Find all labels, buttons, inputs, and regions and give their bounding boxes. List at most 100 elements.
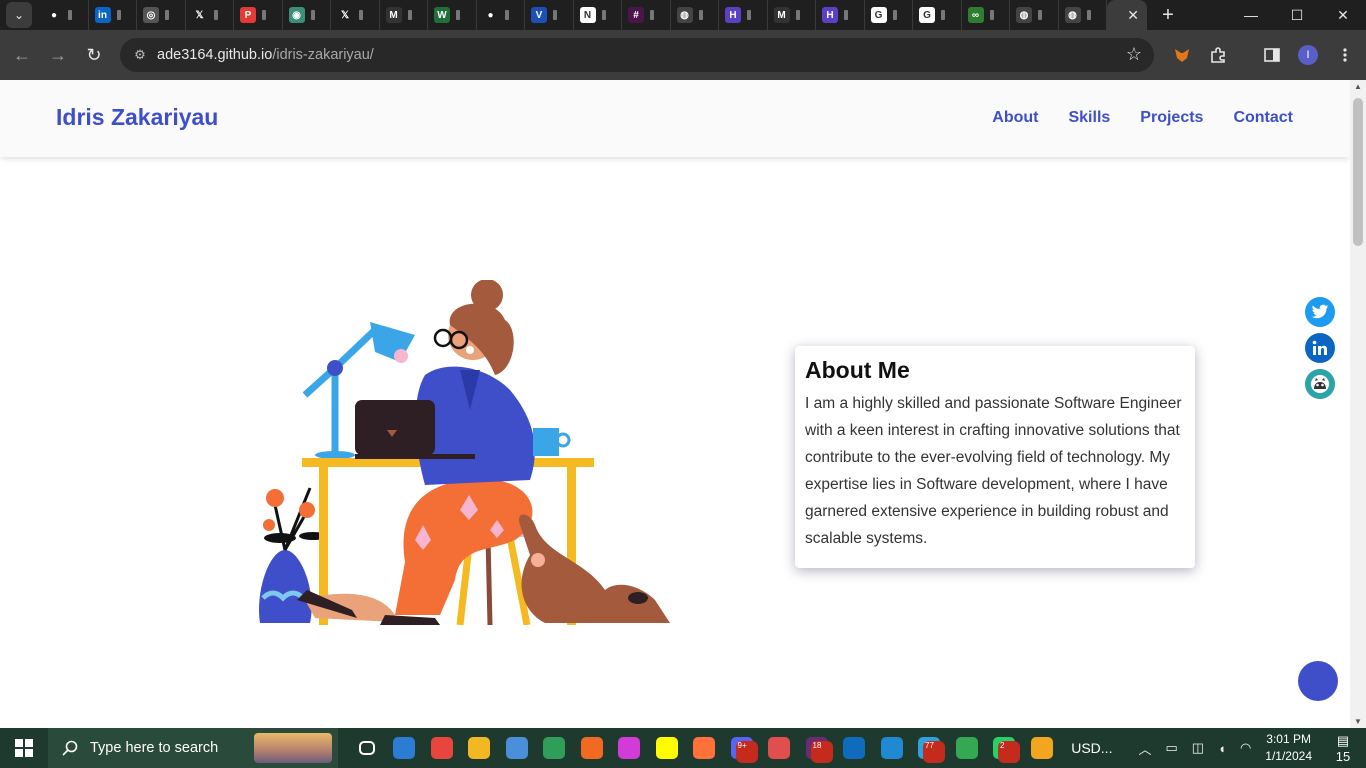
whatsapp-icon[interactable]: 2 — [986, 728, 1024, 768]
browser-tab[interactable]: ◉ — [283, 0, 331, 30]
mail-icon[interactable] — [386, 728, 424, 768]
gmail-icon: M — [773, 7, 790, 23]
address-bar[interactable]: ⚙ ade3164.github.io/idris-zakariyau/ ☆ — [120, 38, 1154, 72]
browser-tab[interactable]: ◍ — [1059, 0, 1107, 30]
social-links — [1305, 297, 1335, 399]
browser-tab[interactable]: H — [816, 0, 865, 30]
task-view-icon[interactable] — [348, 728, 386, 768]
scroll-down-arrow[interactable]: ▼ — [1350, 717, 1366, 726]
clock-time: 3:01 PM — [1266, 732, 1311, 746]
about-body: I am a highly skilled and passionate Sof… — [805, 395, 1182, 547]
nav-skills[interactable]: Skills — [1068, 109, 1110, 127]
v-icon: V — [531, 7, 547, 23]
tab-title-fragment — [213, 10, 218, 20]
chrome-icon[interactable] — [423, 728, 461, 768]
bookmark-star-icon[interactable]: ☆ — [1126, 44, 1142, 65]
brave-icon[interactable] — [573, 728, 611, 768]
browser-tab[interactable]: V — [525, 0, 574, 30]
twitter-link[interactable] — [1305, 297, 1335, 327]
chevron-up-icon[interactable]: ︿ — [1138, 739, 1151, 758]
side-panel-icon[interactable] — [1261, 44, 1283, 66]
outlook-icon[interactable] — [836, 728, 874, 768]
browser-tab[interactable]: ● — [477, 0, 525, 30]
tab-title-fragment — [359, 10, 363, 20]
chrome-icon: ◍ — [1064, 7, 1081, 23]
volume-muted-icon[interactable]: ◖ — [1218, 741, 1226, 756]
site-brand[interactable]: Idris Zakariyau — [56, 104, 218, 131]
scroll-up-arrow[interactable]: ▲ — [1350, 82, 1366, 91]
meet-icon[interactable]: ◫ — [1192, 740, 1204, 756]
forward-button[interactable]: → — [40, 37, 76, 73]
taskbar-search[interactable]: Type here to search — [48, 728, 338, 768]
discord-icon[interactable]: 9+ — [723, 728, 761, 768]
browser-tab[interactable]: 𝕏 — [331, 0, 380, 30]
active-tab[interactable]: ✕ — [1107, 0, 1147, 30]
browser-tab[interactable]: M — [768, 0, 816, 30]
reload-button[interactable]: ↻ — [76, 37, 112, 73]
browser-tab[interactable]: G — [865, 0, 913, 30]
site-info-icon[interactable]: ⚙ — [130, 45, 150, 65]
browser-tab[interactable]: N — [574, 0, 622, 30]
profile-avatar[interactable]: I — [1298, 45, 1318, 65]
store-icon[interactable] — [498, 728, 536, 768]
globe-icon: ◎ — [143, 7, 159, 23]
minimize-button[interactable]: — — [1228, 0, 1274, 30]
browser-tab[interactable]: M — [380, 0, 428, 30]
stocks-icon[interactable] — [536, 728, 574, 768]
browser-toolbar: ← → ↻ ⚙ ade3164.github.io/idris-zakariya… — [0, 30, 1366, 80]
linkedin-link[interactable] — [1305, 333, 1335, 363]
p-icon: P — [240, 7, 256, 23]
metamask-icon[interactable] — [1171, 44, 1193, 66]
browser-tab[interactable]: H — [719, 0, 768, 30]
browser-menu-icon[interactable] — [1334, 44, 1356, 66]
layers-icon[interactable] — [1023, 728, 1061, 768]
slack-icon[interactable]: 18 — [798, 728, 836, 768]
browser-tab[interactable]: ◍ — [671, 0, 719, 30]
page-scrollbar[interactable]: ▲ ▼ — [1350, 80, 1366, 728]
browser-tab[interactable]: 𝕏 — [186, 0, 234, 30]
tab-title-fragment — [504, 10, 509, 20]
snapchat-icon[interactable] — [648, 728, 686, 768]
telegram-icon[interactable]: 77 — [911, 728, 949, 768]
vscode-icon[interactable] — [873, 728, 911, 768]
github-link[interactable] — [1305, 369, 1335, 399]
browser-tab[interactable]: ◍ — [1010, 0, 1059, 30]
browser-tab[interactable]: P — [234, 0, 283, 30]
back-button[interactable]: ← — [4, 37, 40, 73]
browser-tab-strip: ⌄ ● in ◎ 𝕏 P ◉ 𝕏 M W ● V N # ◍ H M H G G ∞ ◍ ◍ ✕ + — ☐ ✕ — [0, 0, 1366, 30]
notification-count: 15 — [1335, 748, 1351, 764]
github-icon: ● — [482, 7, 499, 23]
browser-tab[interactable]: W — [428, 0, 477, 30]
scroll-thumb[interactable] — [1353, 98, 1363, 246]
close-tab-icon[interactable]: ✕ — [1127, 7, 1139, 24]
wifi-icon[interactable]: ◠ — [1240, 740, 1251, 756]
link-app-icon[interactable] — [761, 728, 799, 768]
floating-action-button[interactable] — [1298, 661, 1338, 701]
clock[interactable]: 3:01 PM 1/1/2024 — [1265, 731, 1312, 765]
browser-tab[interactable]: ∞ — [962, 0, 1010, 30]
maximize-button[interactable]: ☐ — [1274, 0, 1320, 30]
browser-tab[interactable]: # — [622, 0, 671, 30]
chrome-icon[interactable] — [948, 728, 986, 768]
browser-tab[interactable]: ◎ — [137, 0, 186, 30]
nav-contact[interactable]: Contact — [1233, 109, 1293, 127]
notification-center[interactable]: ▤ 15 — [1328, 733, 1358, 764]
battery-icon[interactable]: ▭ — [1165, 740, 1177, 756]
extensions-icon[interactable] — [1207, 44, 1229, 66]
browser-tab[interactable]: in — [89, 0, 137, 30]
close-window-button[interactable]: ✕ — [1320, 0, 1366, 30]
tab-list: ● in ◎ 𝕏 P ◉ 𝕏 M W ● V N # ◍ H M H G G ∞ ◍ ◍ — [40, 0, 1107, 30]
file-explorer-icon[interactable] — [461, 728, 499, 768]
ticker-widget[interactable]: USD... — [1071, 740, 1112, 756]
about-title: About Me — [805, 357, 910, 383]
nav-about[interactable]: About — [992, 109, 1038, 127]
app-w-icon[interactable] — [611, 728, 649, 768]
start-button[interactable] — [0, 728, 48, 768]
firefox-icon[interactable] — [686, 728, 724, 768]
browser-tab[interactable]: G — [913, 0, 962, 30]
new-tab-button[interactable]: + — [1153, 0, 1183, 30]
tab-search-button[interactable]: ⌄ — [6, 2, 32, 28]
nav-projects[interactable]: Projects — [1140, 109, 1203, 127]
url-text[interactable]: ade3164.github.io/idris-zakariyau/ — [157, 47, 374, 63]
browser-tab[interactable]: ● — [40, 0, 89, 30]
